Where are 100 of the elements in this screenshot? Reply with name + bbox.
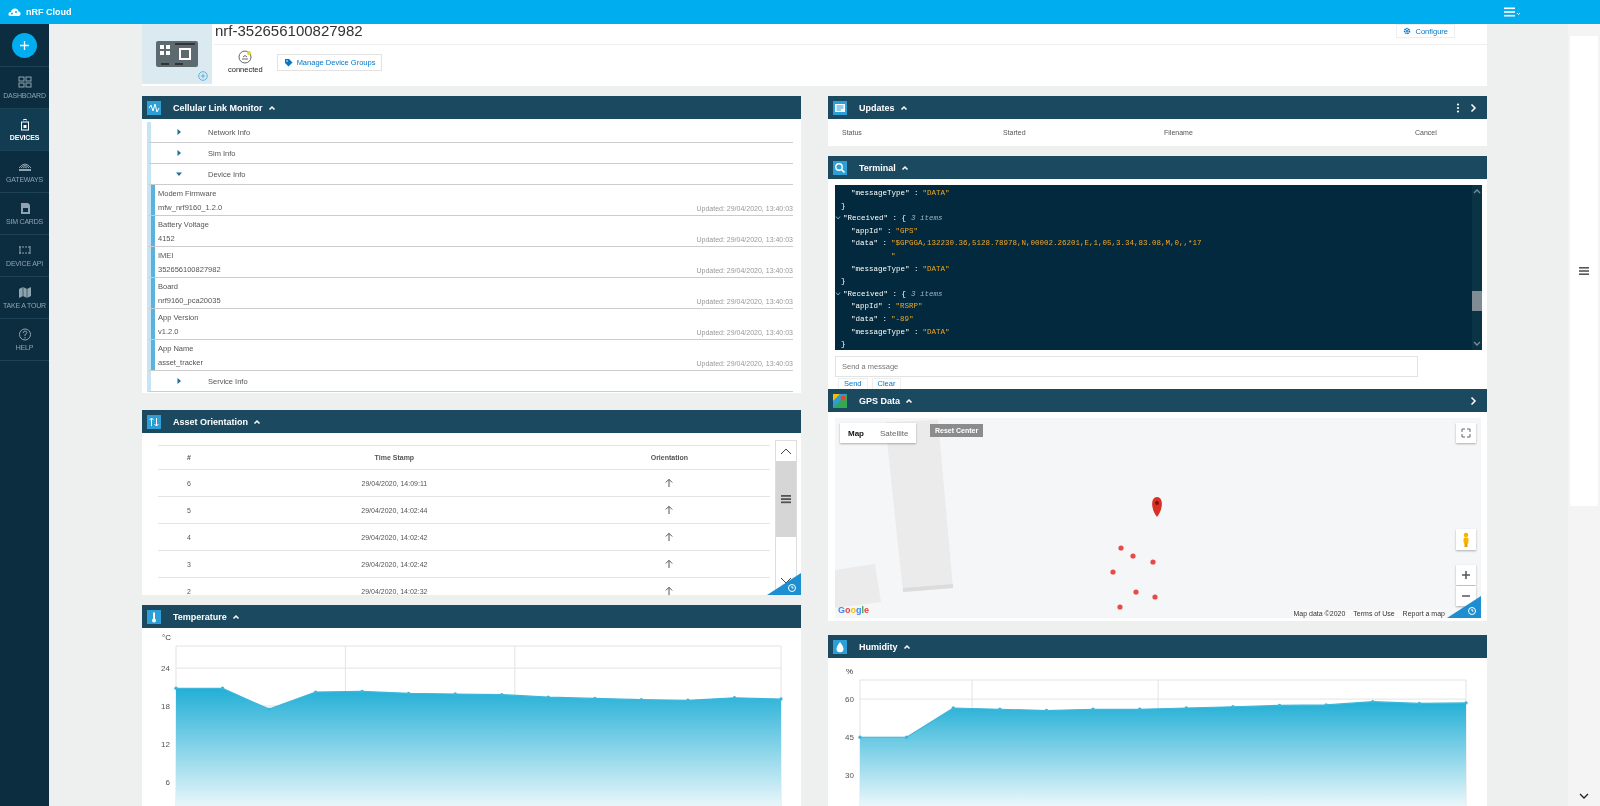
panel-title: Asset Orientation xyxy=(173,416,248,427)
caret-up-icon[interactable] xyxy=(231,612,240,621)
data-point xyxy=(1464,701,1468,705)
axis-tick-label: 24 xyxy=(161,664,170,674)
caret-up-icon[interactable] xyxy=(900,163,909,172)
up-arrow-icon xyxy=(664,531,675,542)
data-point xyxy=(951,706,955,710)
axis-tick-label: 45 xyxy=(845,733,854,743)
up-arrow-icon xyxy=(664,504,675,515)
device-name: nrf-352656100827982 xyxy=(214,24,363,38)
panel-title: Terminal xyxy=(859,162,896,173)
list-icon xyxy=(833,100,847,115)
data-point xyxy=(220,686,225,690)
data-point xyxy=(686,698,690,702)
panel-title: Updates xyxy=(859,102,895,113)
map-pin-icon[interactable] xyxy=(1152,497,1162,517)
data-point xyxy=(313,690,318,694)
axis-label: % xyxy=(846,667,854,676)
caret-up-icon[interactable] xyxy=(267,103,276,112)
location-marker[interactable] xyxy=(1117,604,1123,610)
zoom-out-button[interactable] xyxy=(1456,586,1476,606)
data-point xyxy=(1138,707,1142,711)
lte-signal-icon xyxy=(238,50,253,64)
plus-icon xyxy=(1461,570,1471,580)
up-arrow-icon xyxy=(664,558,675,569)
axis-tick-label: 60 xyxy=(845,695,854,705)
location-marker[interactable] xyxy=(1118,545,1124,551)
grid-icon xyxy=(17,76,32,89)
fullscreen-icon xyxy=(1461,428,1471,438)
map-pin-icon xyxy=(833,393,847,408)
settings-icon xyxy=(1403,27,1412,35)
add-button[interactable] xyxy=(12,32,37,58)
data-point xyxy=(546,695,550,699)
panel-title: GPS Data xyxy=(859,395,900,406)
water-drop-icon xyxy=(833,639,847,654)
chevron-up-icon[interactable] xyxy=(780,447,792,455)
data-point xyxy=(174,686,178,690)
kebab-menu-icon[interactable] xyxy=(1456,102,1460,113)
caret-down-icon[interactable] xyxy=(835,215,841,222)
grip-icon xyxy=(1578,266,1590,276)
history-corner-button[interactable] xyxy=(1447,596,1481,618)
swap-arrows-icon xyxy=(147,414,161,429)
search-icon xyxy=(833,160,847,175)
circuit-board-icon xyxy=(155,39,199,69)
thermometer-icon xyxy=(147,609,161,624)
grip-icon xyxy=(780,494,792,504)
location-marker[interactable] xyxy=(1150,559,1156,565)
data-point xyxy=(1231,705,1235,709)
data-point xyxy=(904,735,909,739)
data-point xyxy=(1277,703,1282,708)
chevron-right-icon[interactable] xyxy=(1470,102,1477,113)
person-figure-icon xyxy=(1462,531,1470,548)
cloud-icon xyxy=(8,7,21,17)
gateway-icon xyxy=(17,160,32,173)
location-marker[interactable] xyxy=(1110,569,1116,575)
axis-tick-label: 12 xyxy=(161,739,170,749)
map-type-tab[interactable]: Map xyxy=(840,423,872,443)
signal-wave-icon xyxy=(147,100,161,115)
data-point xyxy=(639,697,644,702)
caret-up-icon[interactable] xyxy=(899,103,908,112)
up-arrow-icon xyxy=(664,585,675,595)
axis-label: °C xyxy=(162,633,171,642)
location-marker[interactable] xyxy=(1133,589,1139,595)
caret-up-icon[interactable] xyxy=(253,417,261,426)
panel-title: Temperature xyxy=(173,611,227,622)
app-title: nRF Cloud xyxy=(26,7,72,17)
axis-tick-label: 30 xyxy=(845,771,854,781)
chevron-up-icon[interactable] xyxy=(1473,188,1481,194)
caret-up-icon[interactable] xyxy=(902,642,911,651)
fullscreen-button[interactable] xyxy=(1456,423,1476,443)
data-point xyxy=(1091,707,1095,711)
chevron-down-icon[interactable] xyxy=(1579,792,1589,800)
map-provider-logo: Google xyxy=(838,605,870,615)
panel-title: Cellular Link Monitor xyxy=(173,102,263,113)
data-point xyxy=(453,692,457,696)
location-marker[interactable] xyxy=(1130,553,1136,559)
plus-icon xyxy=(19,39,30,51)
history-corner-button[interactable] xyxy=(767,573,801,595)
location-marker[interactable] xyxy=(1152,594,1158,600)
data-point xyxy=(1417,701,1422,706)
chevron-right-icon[interactable] xyxy=(1470,395,1477,406)
data-point xyxy=(1324,703,1328,707)
map-icon xyxy=(17,286,32,299)
data-point xyxy=(779,697,783,701)
data-point xyxy=(1184,706,1188,710)
panel-title: Humidity xyxy=(859,641,898,652)
data-point xyxy=(267,707,271,711)
caret-up-icon[interactable] xyxy=(905,396,913,405)
axis-tick-label: 18 xyxy=(161,702,170,711)
axis-tick-label: 6 xyxy=(165,777,170,787)
data-point xyxy=(998,707,1002,711)
up-arrow-icon xyxy=(664,477,675,488)
data-point xyxy=(1044,708,1049,713)
scrollbar[interactable] xyxy=(775,440,797,592)
caret-down-icon[interactable] xyxy=(835,291,841,298)
menu-icon[interactable] xyxy=(1503,6,1521,18)
zoom-in-button[interactable] xyxy=(1456,565,1476,585)
map-type-tab[interactable]: Satellite xyxy=(872,423,917,443)
help-icon xyxy=(17,328,32,341)
tag-icon xyxy=(283,57,293,67)
